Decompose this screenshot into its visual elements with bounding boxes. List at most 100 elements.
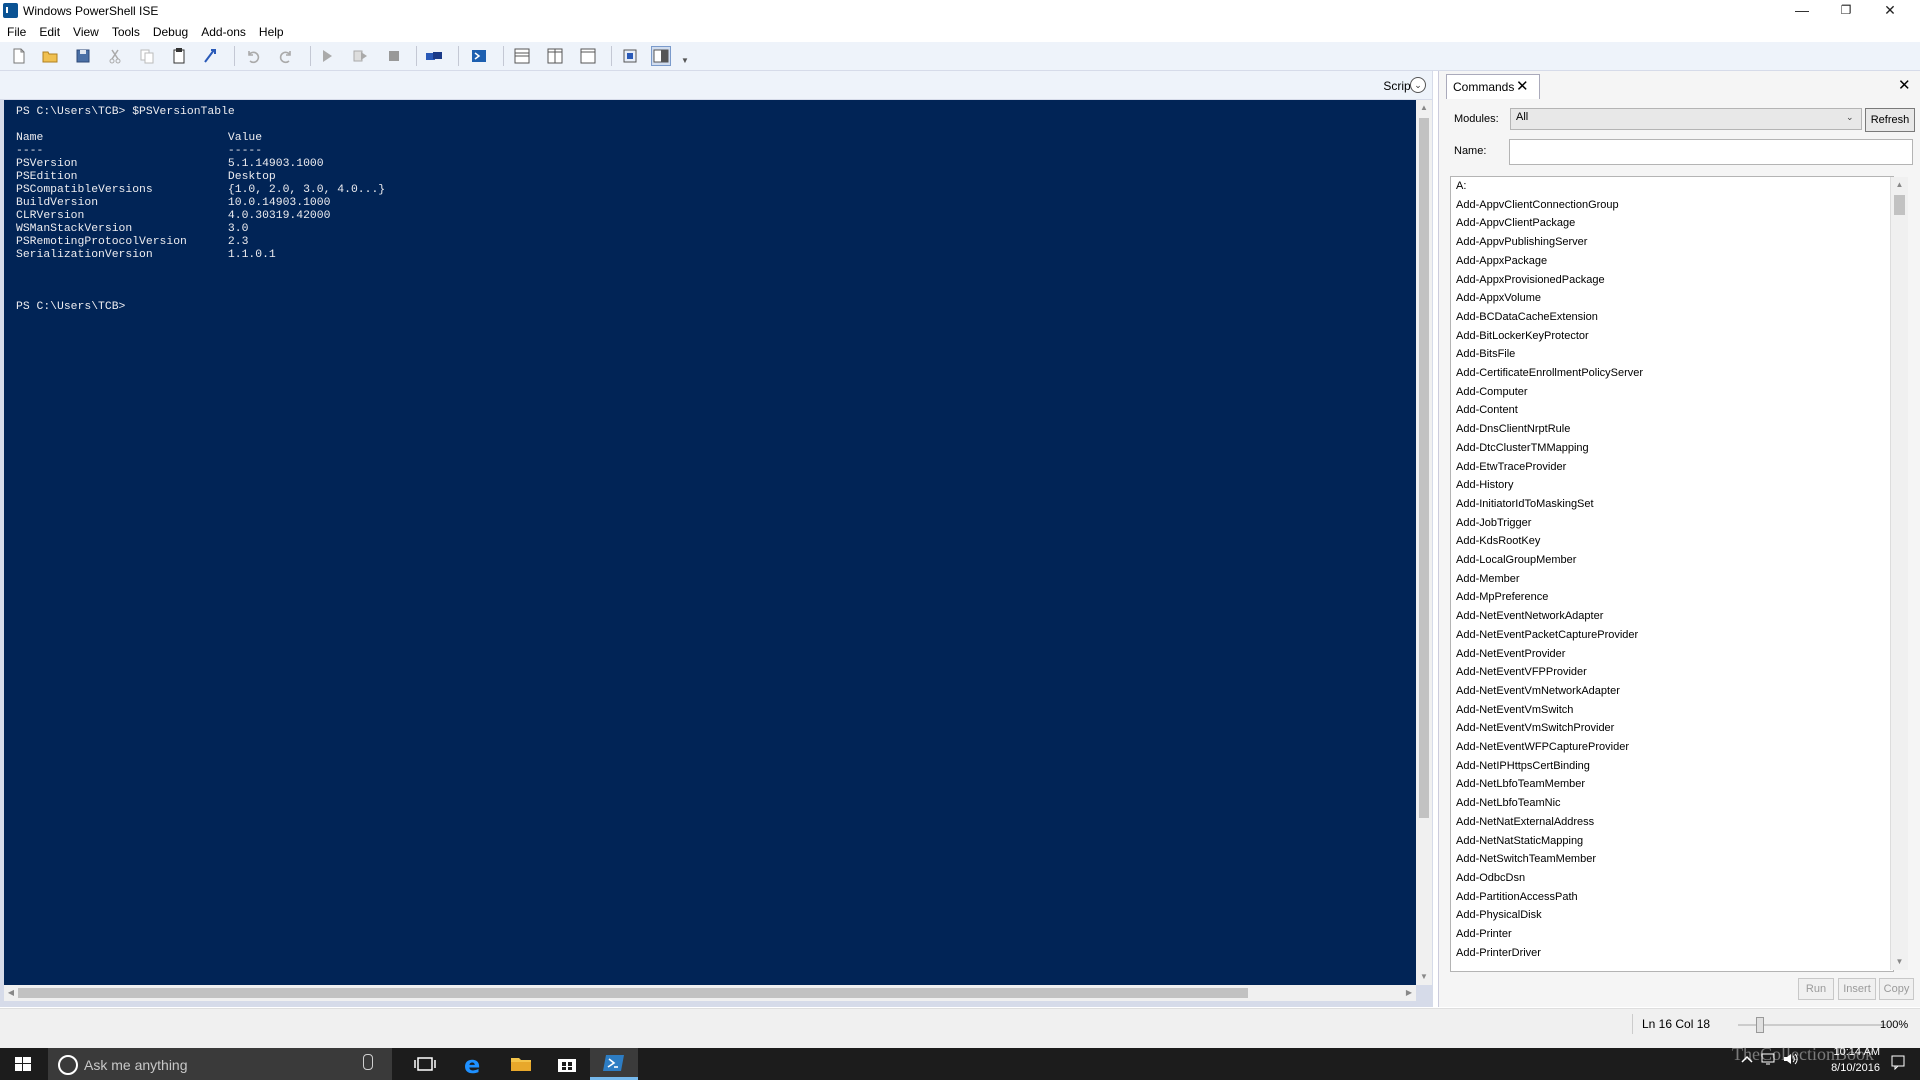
- refresh-button[interactable]: Refresh: [1865, 108, 1915, 132]
- menu-tools[interactable]: Tools: [105, 22, 146, 42]
- command-list-item[interactable]: Add-CertificateEnrollmentPolicyServer: [1456, 367, 1643, 379]
- menu-debug[interactable]: Debug: [146, 22, 194, 42]
- command-list-item[interactable]: Add-AppxVolume: [1456, 292, 1541, 304]
- scroll-down-arrow-icon[interactable]: ▼: [1416, 969, 1432, 985]
- show-script-pane-right-icon[interactable]: [546, 47, 564, 65]
- close-window-button[interactable]: ✕: [1868, 0, 1912, 22]
- command-list-item[interactable]: Add-EtwTraceProvider: [1456, 461, 1566, 473]
- command-list-item[interactable]: Add-MpPreference: [1456, 591, 1548, 603]
- microphone-icon[interactable]: [363, 1054, 373, 1070]
- command-list-item[interactable]: Add-Member: [1456, 573, 1520, 585]
- scroll-thumb[interactable]: [1894, 195, 1905, 215]
- menu-edit[interactable]: Edit: [32, 22, 66, 42]
- command-list-item[interactable]: Add-BitLockerKeyProtector: [1456, 330, 1589, 342]
- scroll-up-arrow-icon[interactable]: ▲: [1891, 177, 1908, 193]
- command-list-item[interactable]: Add-OdbcDsn: [1456, 872, 1525, 884]
- console-horizontal-scrollbar[interactable]: ◀ ▶: [4, 985, 1416, 1001]
- scroll-down-arrow-icon[interactable]: ▼: [1891, 954, 1908, 970]
- show-script-pane-maximized-icon[interactable]: [579, 47, 597, 65]
- command-list-item[interactable]: Add-AppxProvisionedPackage: [1456, 274, 1605, 286]
- command-list-item[interactable]: Add-LocalGroupMember: [1456, 554, 1576, 566]
- command-list-item[interactable]: Add-NetLbfoTeamMember: [1456, 778, 1585, 790]
- command-list-item[interactable]: Add-NetNatStaticMapping: [1456, 835, 1583, 847]
- menu-help[interactable]: Help: [252, 22, 290, 42]
- toolbar-overflow-icon[interactable]: ▼: [681, 56, 689, 65]
- command-list-item[interactable]: Add-NetEventProvider: [1456, 648, 1565, 660]
- console-vertical-scrollbar[interactable]: ▲ ▼: [1416, 100, 1432, 985]
- copy-button[interactable]: Copy: [1879, 978, 1914, 1000]
- console-output[interactable]: PS C:\Users\TCB> $PSVersionTable Name Val…: [4, 100, 1416, 985]
- undo-icon[interactable]: [244, 47, 262, 65]
- open-folder-icon[interactable]: [41, 47, 59, 65]
- run-button[interactable]: Run: [1798, 978, 1834, 1000]
- command-list-item[interactable]: Add-NetIPHttpsCertBinding: [1456, 760, 1590, 772]
- network-icon[interactable]: [1760, 1052, 1778, 1066]
- save-icon[interactable]: [74, 47, 92, 65]
- command-list-item[interactable]: Add-NetEventNetworkAdapter: [1456, 610, 1603, 622]
- command-list-item[interactable]: Add-NetEventVFPProvider: [1456, 666, 1587, 678]
- menu-add-ons[interactable]: Add-ons: [194, 22, 252, 42]
- file-explorer-icon[interactable]: [497, 1048, 545, 1080]
- paste-icon[interactable]: [170, 47, 188, 65]
- close-icon[interactable]: ✕: [1516, 77, 1529, 95]
- command-list-item[interactable]: Add-BCDataCacheExtension: [1456, 311, 1598, 323]
- cut-icon[interactable]: [106, 47, 124, 65]
- command-list-item[interactable]: Add-NetEventPacketCaptureProvider: [1456, 629, 1638, 641]
- chevron-down-icon[interactable]: ⌄: [1410, 77, 1426, 93]
- command-list-item[interactable]: Add-Content: [1456, 404, 1518, 416]
- command-list-item[interactable]: Add-DnsClientNrptRule: [1456, 423, 1570, 435]
- remote-powershell-icon[interactable]: [425, 47, 443, 65]
- chevron-up-icon[interactable]: [1740, 1052, 1754, 1066]
- zoom-slider-thumb[interactable]: [1755, 1017, 1764, 1033]
- modules-dropdown[interactable]: [1510, 108, 1862, 130]
- command-list-scrollbar[interactable]: ▲ ▼: [1890, 177, 1908, 970]
- store-icon[interactable]: [543, 1048, 591, 1080]
- command-list-item[interactable]: Add-NetEventVmNetworkAdapter: [1456, 685, 1620, 697]
- command-list-item[interactable]: Add-BitsFile: [1456, 348, 1515, 360]
- command-list-item[interactable]: Add-NetNatExternalAddress: [1456, 816, 1594, 828]
- clear-console-icon[interactable]: [201, 47, 219, 65]
- run-script-icon[interactable]: [318, 47, 336, 65]
- action-center-icon[interactable]: [1890, 1054, 1906, 1070]
- command-list-item[interactable]: Add-PartitionAccessPath: [1456, 891, 1578, 903]
- show-script-pane-top-icon[interactable]: [513, 47, 531, 65]
- command-list-item[interactable]: Add-PhysicalDisk: [1456, 909, 1542, 921]
- copy-icon[interactable]: [138, 47, 156, 65]
- command-list-item[interactable]: Add-DtcClusterTMMapping: [1456, 442, 1589, 454]
- command-list-item[interactable]: Add-NetEventVmSwitch: [1456, 704, 1573, 716]
- show-command-addon-icon[interactable]: [651, 46, 671, 66]
- command-list-item[interactable]: Add-JobTrigger: [1456, 517, 1531, 529]
- command-list-item[interactable]: Add-AppvPublishingServer: [1456, 236, 1587, 248]
- start-powershell-icon[interactable]: [470, 47, 488, 65]
- show-command-window-icon[interactable]: [621, 47, 639, 65]
- stop-icon[interactable]: [385, 47, 403, 65]
- menu-file[interactable]: File: [0, 22, 32, 42]
- scroll-thumb[interactable]: [1419, 118, 1429, 818]
- command-list-item[interactable]: Add-KdsRootKey: [1456, 535, 1540, 547]
- restore-button[interactable]: ❐: [1824, 0, 1868, 22]
- command-list-item[interactable]: Add-NetSwitchTeamMember: [1456, 853, 1596, 865]
- command-list-item[interactable]: Add-Printer: [1456, 928, 1512, 940]
- run-selection-icon[interactable]: [351, 47, 369, 65]
- name-filter-input[interactable]: [1509, 139, 1913, 165]
- taskbar-powershell-ise[interactable]: [590, 1048, 638, 1080]
- clock-date[interactable]: 8/10/2016: [1810, 1062, 1880, 1074]
- close-pane-icon[interactable]: ✕: [1898, 76, 1911, 94]
- volume-icon[interactable]: [1782, 1052, 1800, 1066]
- new-file-icon[interactable]: [10, 47, 28, 65]
- clock-time[interactable]: 10:14 AM: [1810, 1046, 1880, 1058]
- command-list-item[interactable]: Add-AppvClientConnectionGroup: [1456, 199, 1619, 211]
- command-list-item[interactable]: Add-AppxPackage: [1456, 255, 1547, 267]
- command-list[interactable]: A: Add-AppvClientConnectionGroup Add-AppvC…: [1450, 176, 1894, 972]
- start-button[interactable]: [0, 1048, 48, 1080]
- command-list-item[interactable]: Add-NetEventWFPCaptureProvider: [1456, 741, 1629, 753]
- scroll-thumb[interactable]: [18, 988, 1248, 998]
- scroll-up-arrow-icon[interactable]: ▲: [1416, 100, 1432, 116]
- command-list-item[interactable]: Add-History: [1456, 479, 1513, 491]
- insert-button[interactable]: Insert: [1838, 978, 1876, 1000]
- command-list-item[interactable]: Add-PrinterDriver: [1456, 947, 1541, 959]
- command-list-item[interactable]: Add-NetLbfoTeamNic: [1456, 797, 1561, 809]
- edge-browser-icon[interactable]: e: [450, 1048, 498, 1080]
- command-list-item[interactable]: Add-NetEventVmSwitchProvider: [1456, 722, 1614, 734]
- command-list-item[interactable]: Add-InitiatorIdToMaskingSet: [1456, 498, 1594, 510]
